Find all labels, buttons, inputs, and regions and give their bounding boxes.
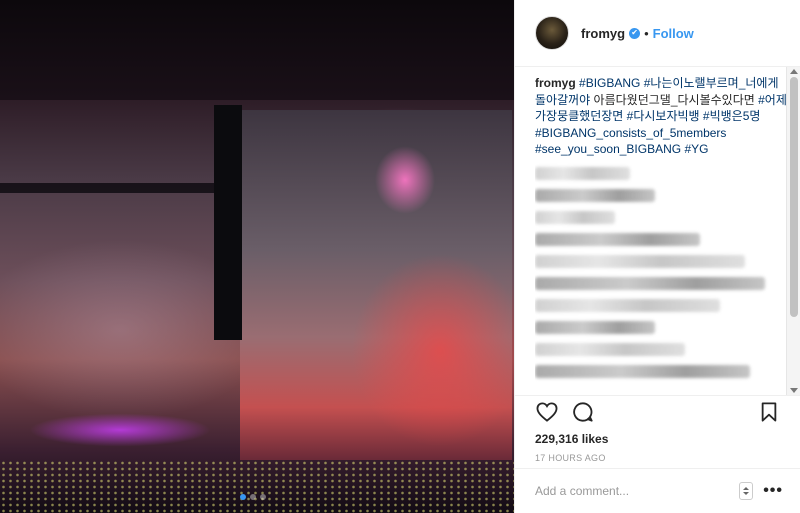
comment-blur	[535, 342, 685, 356]
post-photo[interactable]	[0, 0, 514, 513]
scroll-down-arrow-icon[interactable]	[790, 388, 798, 393]
comment-blur	[535, 210, 615, 224]
caption-text: 아름다웠던그댈_다시볼수있다면	[593, 92, 759, 107]
like-count[interactable]: 229,316 likes	[535, 432, 781, 446]
add-comment-bar: •••	[515, 468, 800, 513]
comment-input[interactable]	[535, 484, 740, 498]
carousel-dot	[250, 494, 256, 500]
hashtag[interactable]: #YG	[684, 142, 708, 156]
scroll-thumb[interactable]	[790, 77, 798, 317]
post-timestamp[interactable]: 17 HOURS AGO	[535, 453, 781, 463]
comment-blur	[535, 320, 655, 334]
caption-username[interactable]: fromyg	[535, 76, 579, 90]
concert-screen	[240, 110, 512, 460]
hashtag[interactable]: #BIGBANG_consists_of_5members	[535, 126, 726, 140]
carousel-indicator	[240, 494, 266, 500]
comment-blur	[535, 276, 765, 290]
carousel-dot	[240, 494, 246, 500]
comment-blur	[535, 254, 745, 268]
comments-section[interactable]: fromyg #BIGBANG #나는이노랠부르며_너에게돌아갈꺼야 아름다웠던…	[535, 75, 787, 391]
speaker-tower	[214, 105, 242, 340]
hashtag[interactable]: #BIGBANG	[579, 76, 644, 90]
heart-icon[interactable]	[535, 400, 559, 424]
post-side-panel: fromyg ✔ • Follow fromyg #BIGBANG #나는이노랠…	[514, 0, 800, 513]
resize-spinner-icon[interactable]	[739, 482, 754, 500]
verified-badge-icon: ✔	[629, 27, 641, 39]
comment-blur	[535, 232, 700, 246]
comment-blur	[535, 188, 655, 202]
comment-icon[interactable]	[571, 400, 595, 424]
stage-light	[0, 410, 240, 450]
header-username[interactable]: fromyg	[581, 26, 625, 41]
more-icon[interactable]: •••	[763, 483, 783, 499]
post-caption: fromyg #BIGBANG #나는이노랠부르며_너에게돌아갈꺼야 아름다웠던…	[535, 75, 787, 158]
carousel-dot	[260, 494, 266, 500]
avatar[interactable]	[535, 16, 569, 50]
comments-scrollbar[interactable]	[786, 67, 800, 395]
bookmark-icon[interactable]	[757, 400, 781, 424]
comment-blur	[535, 364, 750, 378]
stage-truss	[0, 183, 240, 193]
arena-ceiling	[0, 0, 514, 100]
comment-blur	[535, 298, 720, 312]
hashtag[interactable]: #다시보자빅뱅	[627, 109, 703, 123]
comment-blur	[535, 166, 630, 180]
scroll-up-arrow-icon[interactable]	[790, 69, 798, 74]
crowd-lightsticks	[0, 460, 514, 513]
blurred-comments	[535, 166, 787, 378]
separator: •	[644, 25, 649, 41]
hashtag[interactable]: #see_you_soon_BIGBANG	[535, 142, 684, 156]
post-header: fromyg ✔ • Follow	[515, 0, 800, 67]
post-actions: 229,316 likes 17 HOURS AGO	[515, 395, 800, 463]
hashtag[interactable]: #빅뱅은5명	[703, 109, 761, 123]
action-icons	[535, 398, 781, 426]
follow-button[interactable]: Follow	[653, 26, 694, 41]
